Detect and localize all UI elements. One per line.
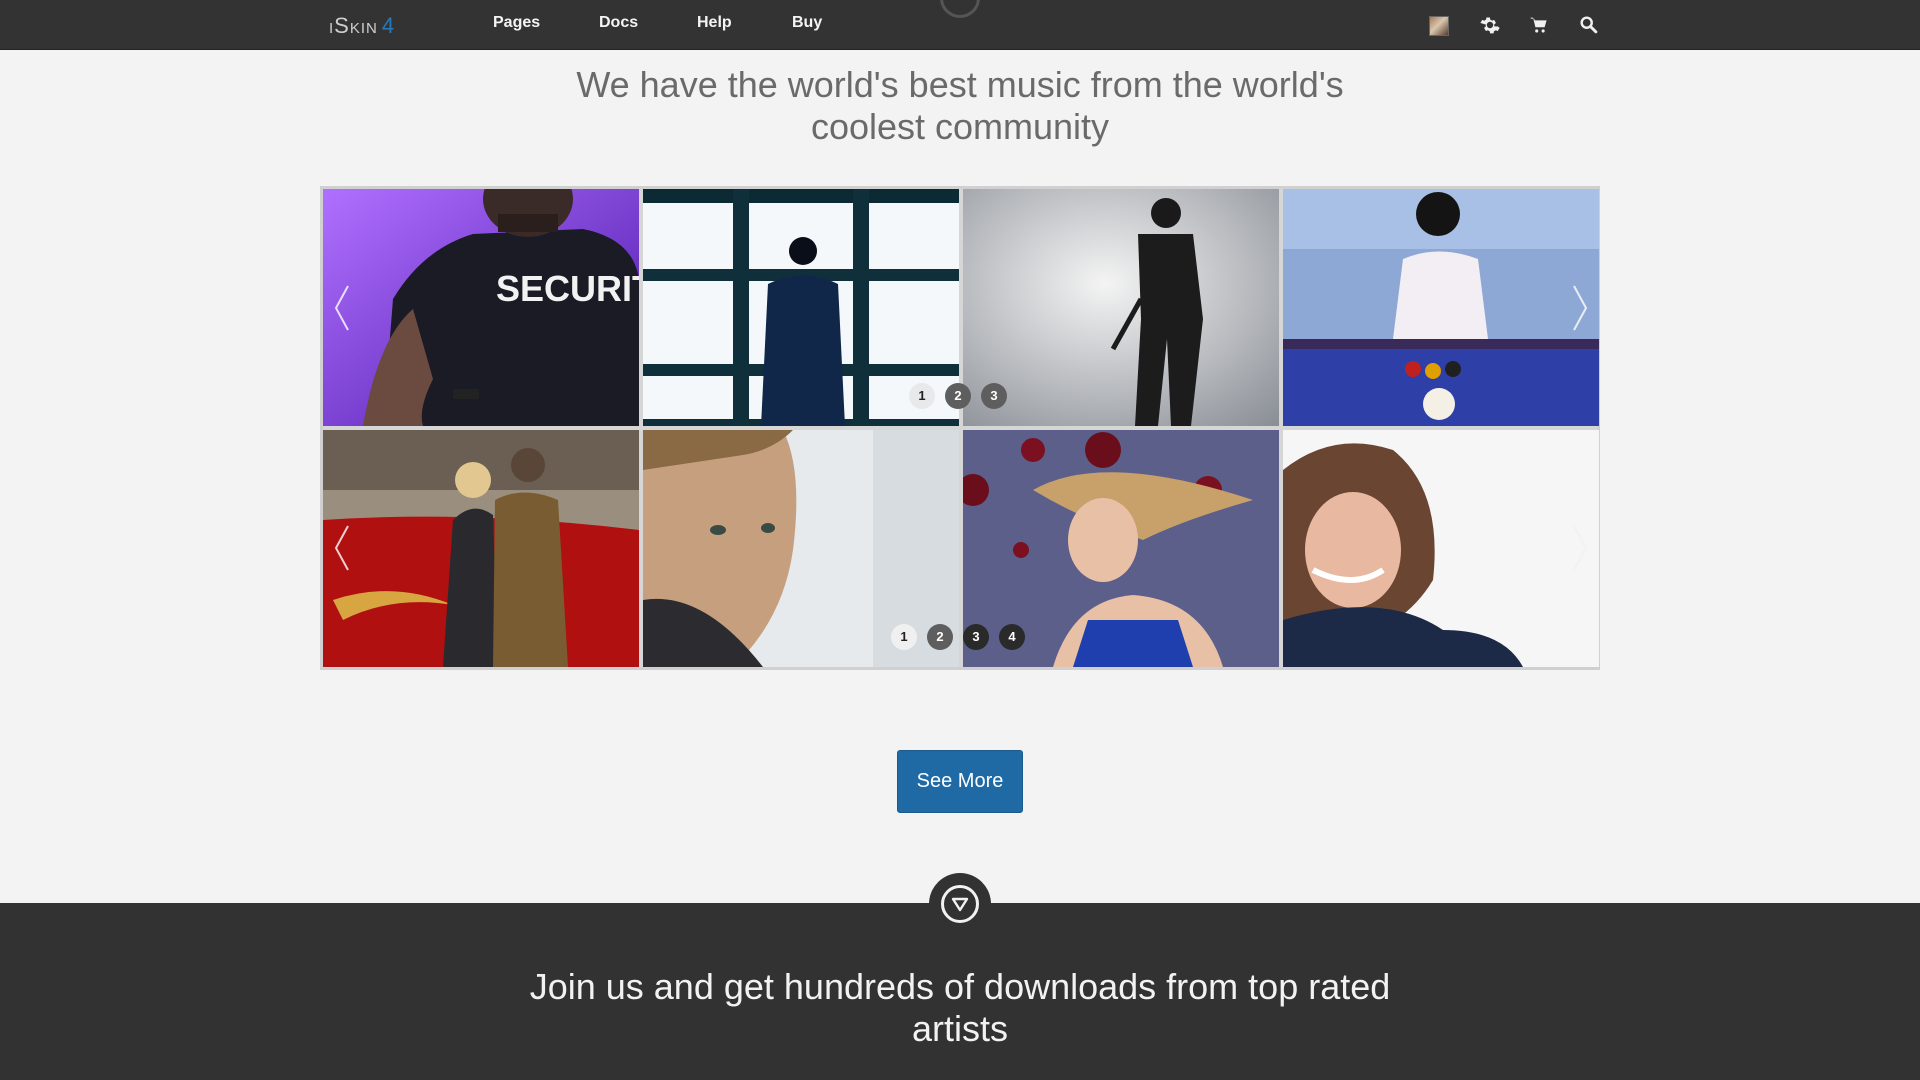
gallery-row2-page-4[interactable]: 4 <box>999 624 1025 650</box>
join-us-text: Join us and get hundreds of downloads fr… <box>529 966 1391 1049</box>
nav-link-buy[interactable]: Buy <box>792 14 822 32</box>
scroll-down-ring <box>941 885 979 923</box>
gallery-image-security[interactable]: SECURITY <box>323 189 639 426</box>
gallery-row2-page-2[interactable]: 2 <box>927 624 953 650</box>
gallery-row2-page-3[interactable]: 3 <box>963 624 989 650</box>
chevron-left-icon <box>334 525 349 571</box>
nav-link-docs[interactable]: Docs <box>599 14 638 32</box>
gallery-row1-page-3[interactable]: 3 <box>981 383 1007 409</box>
top-collapse-tab[interactable] <box>940 0 980 18</box>
top-navbar: iSkin 4 Pages Docs Help Buy <box>0 0 1920 50</box>
chevron-down-icon <box>951 897 969 912</box>
image-gallery: SECURITY <box>320 186 1600 670</box>
see-more-button[interactable]: See More <box>897 750 1023 813</box>
chevron-right-icon <box>1573 285 1588 331</box>
chevron-right-icon <box>1573 525 1588 571</box>
nav-link-pages[interactable]: Pages <box>493 14 540 32</box>
gallery-row1-prev-arrow[interactable] <box>333 284 351 332</box>
gallery-row2-page-1[interactable]: 1 <box>891 624 917 650</box>
user-avatar[interactable] <box>1429 16 1449 36</box>
logo-version: 4 <box>381 13 396 38</box>
page-headline: We have the world's best music from the … <box>576 64 1344 147</box>
gallery-image-smiling-woman[interactable] <box>1283 430 1599 667</box>
logo[interactable]: iSkin 4 <box>329 13 395 39</box>
gear-icon[interactable] <box>1479 14 1501 36</box>
gallery-row1-page-2[interactable]: 2 <box>945 383 971 409</box>
scroll-down-button[interactable] <box>929 873 991 935</box>
gallery-image-pool[interactable] <box>1283 189 1599 426</box>
chevron-left-icon <box>334 285 349 331</box>
cart-icon[interactable] <box>1528 14 1550 36</box>
gallery-row1-page-1[interactable]: 1 <box>909 383 935 409</box>
gallery-row1-next-arrow[interactable] <box>1571 284 1589 332</box>
logo-text: iSkin <box>329 13 378 38</box>
gallery-row2-prev-arrow[interactable] <box>333 524 351 572</box>
gallery-row2-next-arrow[interactable] <box>1571 524 1589 572</box>
gallery-image-couple[interactable] <box>323 430 639 667</box>
security-shirt-text: SECURITY <box>496 268 639 309</box>
nav-link-help[interactable]: Help <box>697 14 732 32</box>
gallery-image-soldier[interactable] <box>963 189 1279 426</box>
search-icon[interactable] <box>1578 14 1600 36</box>
